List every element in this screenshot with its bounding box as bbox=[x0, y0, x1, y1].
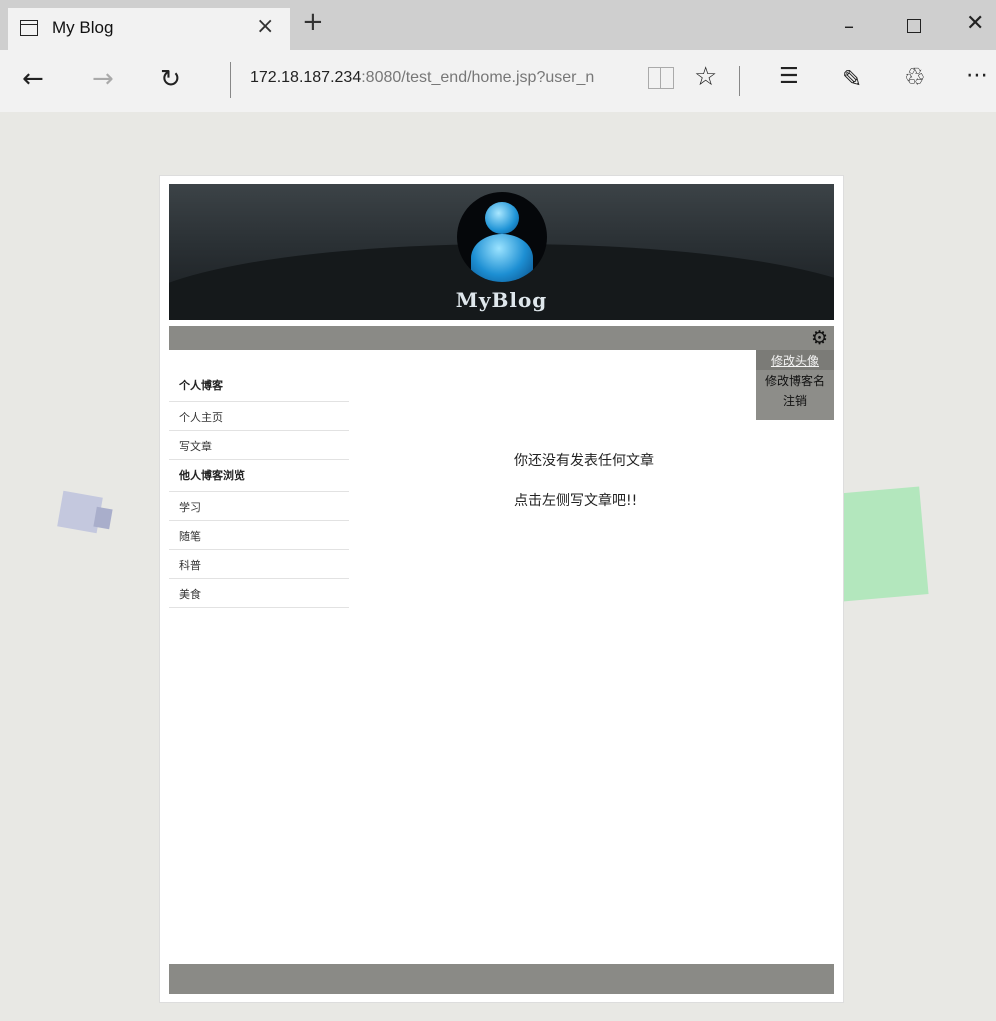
sidebar-item-home[interactable]: 个人主页 bbox=[169, 402, 349, 431]
hub-icon[interactable]: ☰ bbox=[779, 64, 799, 89]
close-window-icon[interactable]: ✕ bbox=[966, 11, 984, 36]
more-icon[interactable]: ⋯ bbox=[966, 63, 988, 88]
blog-banner: MyBlog bbox=[169, 184, 834, 320]
address-bar[interactable]: 172.18.187.234:8080/test_end/home.jsp?us… bbox=[250, 69, 594, 87]
sidebar-item-essay[interactable]: 随笔 bbox=[169, 521, 349, 550]
tab-page-icon bbox=[20, 20, 38, 36]
navigation-bar: ← → ↻ 172.18.187.234:8080/test_end/home.… bbox=[0, 50, 996, 112]
write-article-hint: 点击左侧写文章吧!! bbox=[514, 493, 638, 509]
web-note-icon[interactable]: ✎ bbox=[842, 65, 862, 93]
tab-title: My Blog bbox=[52, 18, 114, 37]
menu-logout[interactable]: 注销 bbox=[756, 390, 834, 410]
share-icon[interactable]: ♲ bbox=[904, 63, 926, 91]
blog-page: MyBlog ⚙ 修改头像 修改博客名 注销 个人博客 个人主页 写文章 他人博… bbox=[159, 175, 844, 1003]
minimize-icon[interactable]: – bbox=[844, 14, 854, 38]
reading-view-icon[interactable] bbox=[648, 67, 674, 89]
browser-tab[interactable]: My Blog × bbox=[8, 8, 290, 50]
back-arrow-icon[interactable]: ← bbox=[22, 64, 44, 94]
menu-rename-blog[interactable]: 修改博客名 bbox=[756, 370, 834, 390]
new-tab-icon[interactable]: + bbox=[302, 9, 324, 35]
empty-articles-message: 你还没有发表任何文章 bbox=[514, 453, 654, 469]
avatar-body bbox=[471, 234, 533, 282]
sidebar-item-study[interactable]: 学习 bbox=[169, 492, 349, 521]
user-avatar bbox=[457, 192, 547, 282]
blog-title: MyBlog bbox=[455, 288, 548, 312]
sidebar-item-science[interactable]: 科普 bbox=[169, 550, 349, 579]
avatar-head bbox=[485, 202, 519, 234]
blog-toolbar: ⚙ bbox=[169, 326, 834, 350]
url-host: 172.18.187.234 bbox=[250, 69, 362, 86]
menu-change-avatar[interactable]: 修改头像 bbox=[756, 350, 834, 370]
toolbar-divider bbox=[739, 66, 740, 96]
background-decoration bbox=[93, 506, 113, 530]
address-divider bbox=[230, 62, 231, 98]
tab-strip: My Blog × + – ✕ bbox=[0, 0, 996, 50]
refresh-icon[interactable]: ↻ bbox=[160, 64, 181, 93]
sidebar-heading-personal: 个人博客 bbox=[169, 370, 349, 402]
background-decoration bbox=[833, 486, 929, 602]
maximize-icon[interactable] bbox=[907, 19, 921, 33]
url-path: :8080/test_end/home.jsp?user_n bbox=[361, 69, 595, 86]
user-settings-menu: 修改头像 修改博客名 注销 bbox=[756, 350, 834, 420]
sidebar-heading-browse: 他人博客浏览 bbox=[169, 460, 349, 492]
forward-arrow-icon[interactable]: → bbox=[92, 64, 114, 94]
gear-icon[interactable]: ⚙ bbox=[811, 327, 828, 349]
blog-footer bbox=[169, 964, 834, 994]
favorite-star-icon[interactable]: ☆ bbox=[694, 62, 717, 92]
sidebar-item-food[interactable]: 美食 bbox=[169, 579, 349, 608]
sidebar: 个人博客 个人主页 写文章 他人博客浏览 学习 随笔 科普 美食 bbox=[169, 370, 349, 608]
sidebar-item-write[interactable]: 写文章 bbox=[169, 431, 349, 460]
close-tab-icon[interactable]: × bbox=[256, 14, 274, 39]
